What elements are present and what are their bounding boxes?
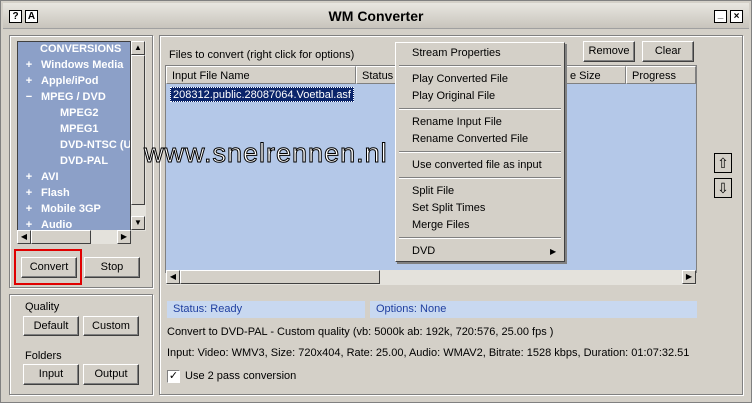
tree-horizontal-scrollbar[interactable]: ◀ ▶ <box>17 230 131 244</box>
scroll-left-icon[interactable]: ◀ <box>17 230 31 244</box>
options-text: Options: None <box>370 301 697 318</box>
menu-item-use-converted[interactable]: Use converted file as input <box>412 159 542 171</box>
scroll-up-icon[interactable]: ▲ <box>131 41 145 55</box>
scroll-thumb[interactable] <box>131 55 145 205</box>
column-header-progress[interactable]: Progress <box>626 66 696 84</box>
menu-item-split-file[interactable]: Split File <box>412 185 454 197</box>
stop-button[interactable]: Stop <box>84 257 140 278</box>
conversion-tree[interactable]: CONVERSIONS + Windows Media + Apple/iPod −… <box>17 41 131 231</box>
scroll-thumb[interactable] <box>180 270 380 284</box>
clear-button[interactable]: Clear <box>642 41 694 62</box>
minimize-icon[interactable]: _ <box>714 10 727 23</box>
context-menu: Stream Properties Play Converted File Pl… <box>395 42 565 262</box>
tree-vertical-scrollbar[interactable]: ▲ ▼ <box>131 41 146 231</box>
list-horizontal-scrollbar[interactable]: ◀ ▶ <box>166 270 696 285</box>
app-window: ? A WM Converter _ × CONVERSIONS + Window… <box>0 0 752 403</box>
tree-item[interactable]: MPEG2 <box>60 107 99 123</box>
quality-default-button[interactable]: Default <box>23 316 79 336</box>
tree-item[interactable]: MPEG1 <box>60 123 99 139</box>
window-title: WM Converter <box>328 8 424 24</box>
tree-item[interactable]: DVD-PAL <box>60 155 108 171</box>
menu-item-rename-input[interactable]: Rename Input File <box>412 116 502 128</box>
menu-item-dvd[interactable]: DVD <box>412 245 435 257</box>
menu-item-merge-files[interactable]: Merge Files <box>412 219 469 231</box>
watermark: www.snelrennen.nl <box>144 138 388 169</box>
move-down-button[interactable]: ⇩ <box>714 178 732 198</box>
close-icon[interactable]: × <box>730 10 743 23</box>
tree-item[interactable]: DVD-NTSC (U <box>60 139 130 155</box>
remove-button[interactable]: Remove <box>583 41 635 62</box>
menu-item-play-original[interactable]: Play Original File <box>412 90 495 102</box>
column-header-status[interactable]: Status <box>356 66 396 84</box>
expand-icon[interactable]: + <box>24 203 34 215</box>
menu-separator <box>399 151 561 153</box>
collapse-icon[interactable]: − <box>24 91 34 103</box>
quality-custom-button[interactable]: Custom <box>83 316 139 336</box>
status-text: Status: Ready <box>167 301 365 318</box>
files-caption: Files to convert (right click for option… <box>169 49 355 61</box>
move-up-button[interactable]: ⇧ <box>714 153 732 173</box>
tree-item[interactable]: CONVERSIONS <box>40 43 121 59</box>
menu-item-stream-properties[interactable]: Stream Properties <box>412 47 501 59</box>
menu-item-rename-converted[interactable]: Rename Converted File <box>412 133 528 145</box>
menu-item-set-split-times[interactable]: Set Split Times <box>412 202 485 214</box>
scroll-left-icon[interactable]: ◀ <box>166 270 180 284</box>
folders-output-button[interactable]: Output <box>83 364 139 385</box>
scroll-thumb[interactable] <box>31 230 91 244</box>
scroll-right-icon[interactable]: ▶ <box>682 270 696 284</box>
table-row[interactable]: 208312.public.28087064.Voetbal.asf <box>170 87 354 102</box>
column-header-size[interactable]: e Size <box>564 66 626 84</box>
column-header-input-file[interactable]: Input File Name <box>166 66 356 84</box>
convert-to-info: Convert to DVD-PAL - Custom quality (vb:… <box>167 326 554 338</box>
two-pass-checkbox[interactable]: ✓ <box>167 370 180 383</box>
convert-button[interactable]: Convert <box>21 257 77 278</box>
expand-icon[interactable]: + <box>24 59 34 71</box>
scroll-down-icon[interactable]: ▼ <box>131 216 145 230</box>
expand-icon[interactable]: + <box>24 171 34 183</box>
folders-label: Folders <box>25 350 62 362</box>
title-bar: ? A WM Converter _ × <box>3 3 749 29</box>
quality-label: Quality <box>25 301 60 313</box>
scroll-right-icon[interactable]: ▶ <box>117 230 131 244</box>
expand-icon[interactable]: + <box>24 187 34 199</box>
menu-separator <box>399 177 561 179</box>
menu-separator <box>399 237 561 239</box>
input-info: Input: Video: WMV3, Size: 720x404, Rate:… <box>167 347 690 359</box>
folders-input-button[interactable]: Input <box>23 364 79 385</box>
expand-icon[interactable]: + <box>24 75 34 87</box>
menu-separator <box>399 108 561 110</box>
submenu-arrow-icon: ▶ <box>550 247 557 256</box>
menu-separator <box>399 65 561 67</box>
two-pass-label: Use 2 pass conversion <box>185 370 297 382</box>
menu-item-play-converted[interactable]: Play Converted File <box>412 73 508 85</box>
